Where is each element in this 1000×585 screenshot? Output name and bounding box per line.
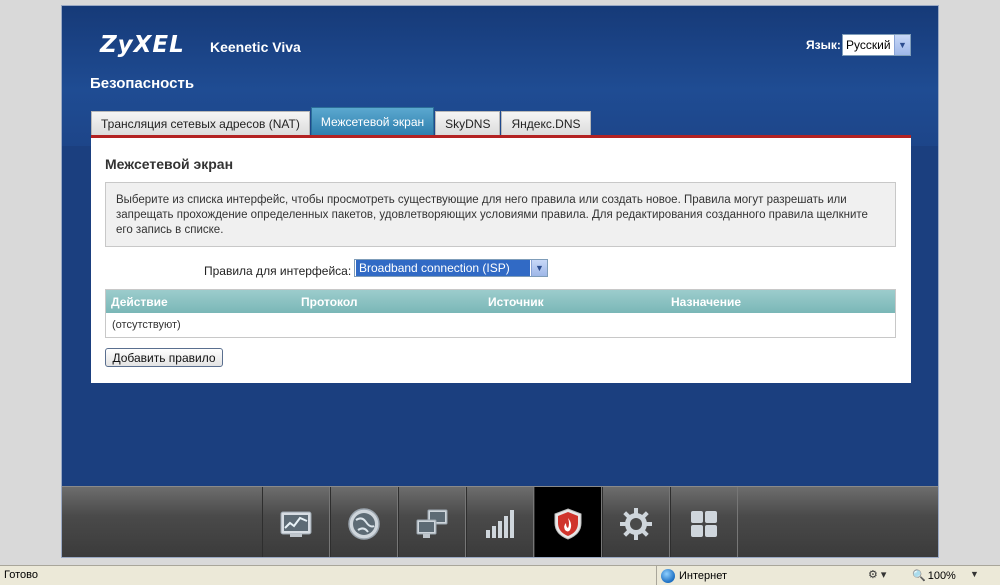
zoom-icon: 🔍 [912, 570, 926, 582]
zoom-control[interactable]: 🔍 100% [912, 569, 956, 583]
zone-text: Интернет [679, 569, 727, 582]
language-select[interactable]: Русский ▼ [842, 34, 911, 56]
interface-select[interactable]: Broadband connection (ISP) ▼ [354, 259, 548, 277]
nav-item-system[interactable] [602, 487, 670, 557]
nav-item-internet[interactable] [330, 487, 398, 557]
language-label: Язык: [806, 38, 841, 52]
nav-item-wifi[interactable] [466, 487, 534, 557]
chevron-down-icon[interactable]: ▼ [894, 35, 910, 55]
add-rule-button[interactable]: Добавить правило [105, 348, 223, 367]
table-row: (отсутствуют) [106, 313, 895, 337]
tab-skydns[interactable]: SkyDNS [435, 111, 501, 135]
gear-icon [620, 507, 652, 540]
signal-bars-icon [486, 509, 514, 538]
brand-logo: ZyXEL [100, 32, 185, 58]
zoom-dropdown-icon[interactable]: ▼ [970, 569, 979, 579]
page-title: Безопасность [90, 75, 195, 92]
tab-bar: Трансляция сетевых адресов (NAT) Межсете… [91, 107, 592, 135]
tab-yandex-dns[interactable]: Яндекс.DNS [501, 111, 591, 135]
browser-status-bar: Готово Интернет ⚙ ▾ 🔍 100% ▼ [0, 565, 1000, 585]
table-header: Действие Протокол Источник Назначение [106, 290, 895, 313]
column-header-protocol[interactable]: Протокол [301, 295, 358, 309]
nav-item-apps[interactable] [670, 487, 738, 557]
panel-title: Межсетевой экран [105, 156, 234, 172]
column-header-action[interactable]: Действие [111, 295, 168, 309]
network-computers-icon [416, 509, 448, 538]
tab-nat[interactable]: Трансляция сетевых адресов (NAT) [91, 111, 310, 135]
nav-item-home-network[interactable] [398, 487, 466, 557]
interface-label: Правила для интерфейса: [204, 264, 352, 278]
column-header-source[interactable]: Источник [488, 295, 544, 309]
bottom-navigation [62, 486, 938, 557]
info-box: Выберите из списка интерфейс, чтобы прос… [105, 182, 896, 247]
zoom-level: 100% [927, 569, 956, 582]
column-header-destination[interactable]: Назначение [671, 295, 741, 309]
empty-table-text: (отсутствуют) [112, 319, 181, 331]
browser-viewport: ZyXEL Keenetic Viva Язык: Русский ▼ Безо… [0, 0, 1000, 565]
monitor-chart-icon [280, 511, 312, 537]
rules-table: Действие Протокол Источник Назначение (о… [105, 289, 896, 338]
interface-select-value: Broadband connection (ISP) [356, 260, 530, 276]
status-text: Готово [4, 569, 38, 581]
router-admin-frame: ZyXEL Keenetic Viva Язык: Русский ▼ Безо… [61, 5, 939, 558]
chevron-down-icon[interactable]: ▼ [531, 260, 547, 276]
language-select-value: Русский [846, 38, 891, 52]
globe-icon [348, 507, 380, 540]
internet-zone-icon [661, 568, 675, 583]
tab-firewall[interactable]: Межсетевой экран [310, 107, 435, 135]
security-zone: Интернет [656, 566, 856, 585]
nav-item-security[interactable] [534, 487, 602, 557]
protected-mode-icon[interactable]: ⚙ ▾ [868, 568, 886, 581]
model-name: Keenetic Viva [210, 39, 301, 55]
firewall-panel: Межсетевой экран Выберите из списка инте… [91, 138, 911, 383]
shield-icon [554, 507, 582, 540]
apps-grid-icon [691, 510, 717, 537]
nav-item-monitor[interactable] [262, 487, 330, 557]
